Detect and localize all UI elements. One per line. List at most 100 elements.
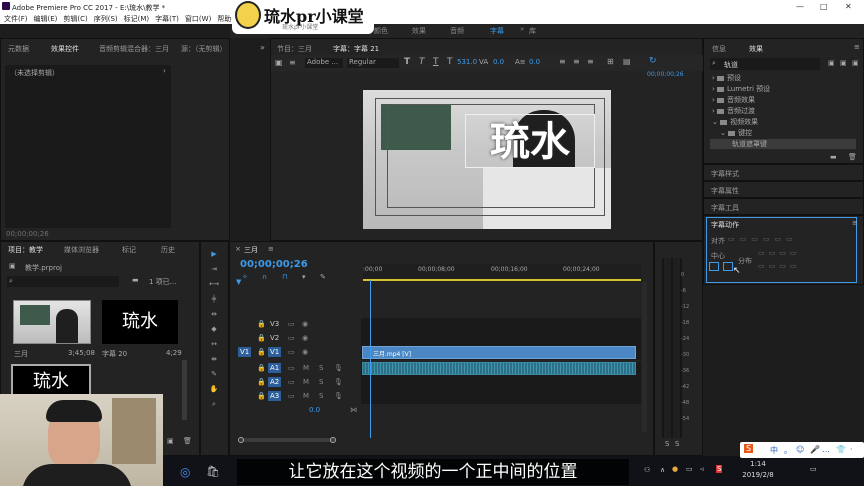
clock-time[interactable]: 1:14 — [734, 460, 782, 468]
tree-item[interactable]: ⌄ 视频效果 — [712, 117, 758, 127]
lock-icon[interactable]: 🔒 — [257, 392, 266, 400]
workspace-audio[interactable]: 音频 — [450, 26, 464, 36]
timeline-timecode[interactable]: 00;00;00;26 — [240, 259, 308, 270]
timeline-zoom-scrollbar[interactable] — [240, 438, 335, 442]
expand-icon[interactable]: » — [260, 43, 265, 52]
razor-icon[interactable]: ◆ — [209, 325, 219, 334]
track-lane[interactable] — [361, 332, 641, 346]
align-right-icon[interactable]: ≡ — [587, 57, 594, 66]
sync-lock-icon[interactable]: ▭ — [288, 364, 295, 372]
tab-source[interactable]: 源：（无剪辑） — [181, 44, 227, 54]
solo-right[interactable]: S — [675, 440, 679, 448]
tree-item[interactable]: › Lumetri 预设 — [712, 84, 770, 94]
mute-icon[interactable]: M — [303, 392, 309, 400]
video-preview[interactable]: 琉水 — [363, 90, 611, 229]
project-thumb-video[interactable] — [13, 300, 91, 344]
center-vertical-icon[interactable] — [723, 262, 733, 271]
tab-info[interactable]: 信息 — [712, 44, 726, 54]
tray-app-icon[interactable]: ● — [672, 465, 678, 473]
work-area-bar[interactable] — [363, 279, 641, 281]
panel-menu-icon[interactable]: ≡ — [852, 219, 858, 227]
notification-icon[interactable]: ▭ — [810, 465, 817, 473]
ripple-edit-icon[interactable]: ⟷ — [209, 280, 219, 289]
font-family-select[interactable]: Adobe ... — [305, 58, 343, 68]
tab-title[interactable]: 字幕：字幕 21 — [333, 44, 379, 54]
scroll-handle-right[interactable] — [330, 437, 336, 443]
eye-icon[interactable]: ◉ — [302, 348, 308, 356]
master-end-icon[interactable]: ⋈ — [350, 406, 357, 414]
tab-stops-icon[interactable]: ⊞ — [607, 57, 614, 66]
lock-icon[interactable]: 🔒 — [257, 378, 266, 386]
add-marker-icon[interactable]: ⊓ — [282, 273, 287, 281]
linked-selection-icon[interactable]: ∩ — [262, 273, 267, 281]
tab-effects[interactable]: 效果 — [749, 44, 763, 54]
voiceover-icon[interactable]: 🎙 — [334, 378, 343, 386]
menu-window[interactable]: 窗口(W) — [185, 15, 211, 23]
yuv-icon[interactable]: ▣ — [852, 59, 859, 67]
eye-icon[interactable]: ◉ — [302, 334, 308, 342]
snap-icon[interactable]: ✧ — [242, 273, 248, 281]
workspace-effects[interactable]: 效果 — [412, 26, 426, 36]
playhead-handle-icon[interactable]: ▼ — [236, 278, 241, 286]
menu-file[interactable]: 文件(F) — [4, 15, 28, 23]
tab-audio-clip-mixer[interactable]: 音频剪辑混合器：三月 — [99, 44, 169, 54]
new-bin-icon[interactable]: ▬ — [830, 153, 837, 161]
tab-history[interactable]: 历史 — [161, 245, 175, 255]
lock-icon[interactable]: 🔒 — [257, 320, 266, 328]
project-thumb-title[interactable]: 琉水 — [102, 300, 178, 344]
zoom-icon[interactable]: ⌕ — [209, 400, 219, 409]
rate-stretch-icon[interactable]: ⇹ — [209, 310, 219, 319]
mute-icon[interactable]: M — [303, 364, 309, 372]
network-icon[interactable]: ▭ — [686, 465, 693, 473]
timeline-vertical-scrollbar[interactable] — [642, 282, 647, 432]
panel-menu-icon[interactable]: ≡ — [268, 245, 274, 253]
accelerated-icon[interactable]: ▣ — [828, 59, 835, 67]
delete-icon[interactable]: 🗑 — [183, 437, 192, 445]
lock-icon[interactable]: 🔒 — [257, 364, 266, 372]
new-title-icon[interactable]: ▣ — [275, 58, 283, 67]
track-label[interactable]: A3 — [268, 391, 282, 401]
background-video-icon[interactable]: ▤ — [623, 57, 631, 66]
ime-mic-icon[interactable]: 🎤 — [810, 445, 820, 454]
32bit-icon[interactable]: ▣ — [840, 59, 847, 67]
master-volume[interactable]: 0.0 — [309, 406, 320, 414]
tree-item-selected[interactable]: 轨道遮罩键 — [710, 139, 856, 149]
sync-lock-icon[interactable]: ▭ — [288, 392, 295, 400]
tab-sequence[interactable]: 三月 — [244, 245, 258, 255]
track-label[interactable]: A2 — [268, 377, 282, 387]
ime-chinese[interactable]: 中 — [770, 445, 778, 456]
title-styles-section[interactable]: 字幕样式 — [703, 164, 864, 181]
track-label[interactable]: A1 — [268, 363, 282, 373]
tree-item[interactable]: › 预设 — [712, 73, 741, 83]
workspace-titles[interactable]: 字幕 — [490, 26, 504, 36]
project-search-input[interactable] — [7, 276, 119, 287]
pen-icon[interactable]: ✎ — [209, 370, 219, 379]
volume-icon[interactable]: ◃ — [700, 465, 704, 473]
tab-metadata[interactable]: 元数据 — [8, 44, 29, 54]
bold-icon[interactable]: T — [404, 57, 410, 67]
voiceover-icon[interactable]: 🎙 — [334, 364, 343, 372]
track-lane[interactable] — [361, 362, 641, 376]
underline-icon[interactable]: T — [433, 57, 439, 67]
leading-value[interactable]: 0.0 — [529, 58, 540, 66]
menu-marker[interactable]: 标记(M) — [124, 15, 150, 23]
sync-lock-icon[interactable]: ▭ — [288, 334, 295, 342]
tab-project[interactable]: 项目：教学 — [8, 245, 43, 255]
tree-item[interactable]: › 音频过渡 — [712, 106, 755, 116]
minimize-icon[interactable]: — — [796, 2, 804, 11]
time-ruler[interactable]: :00;00 00;00;08;00 00;00;16;00 00;00;24;… — [363, 264, 641, 281]
close-icon[interactable]: ✕ — [845, 2, 852, 11]
effects-search-input[interactable]: 轨道 — [710, 58, 820, 70]
people-icon[interactable]: ⚇ — [644, 466, 650, 474]
audio-clip[interactable] — [362, 362, 636, 375]
slip-icon[interactable]: ↔ — [209, 340, 219, 349]
align-buttons[interactable]: ▭▭▭▭▭▭ — [728, 235, 798, 243]
title-text-box[interactable]: 琉水 — [465, 114, 595, 168]
title-tools-section[interactable]: 字幕工具 — [703, 198, 864, 215]
store-icon[interactable]: 🛍 — [206, 465, 220, 478]
tab-markers[interactable]: 标记 — [122, 245, 136, 255]
align-left-icon[interactable]: ≡ — [559, 57, 566, 66]
solo-icon[interactable]: S — [319, 364, 323, 372]
eye-icon[interactable]: ◉ — [302, 320, 308, 328]
panel-arrow-icon[interactable]: › — [163, 67, 166, 75]
